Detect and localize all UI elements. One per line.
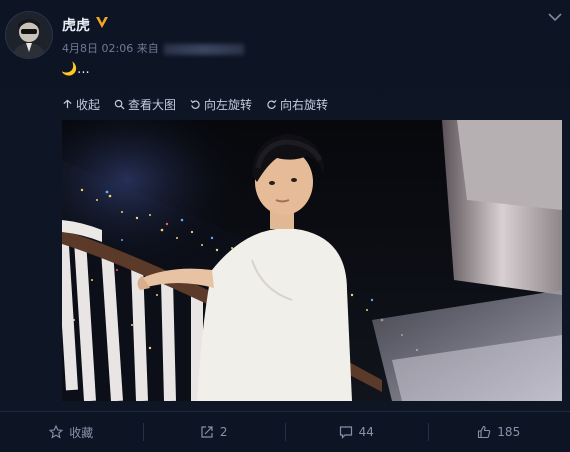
search-icon	[114, 99, 125, 110]
post-photo[interactable]	[62, 120, 562, 401]
post-text: 🌙...	[61, 62, 90, 77]
view-large-button[interactable]: 查看大图	[114, 96, 176, 112]
post-meta: 4月8日 02:06 来自	[62, 40, 244, 56]
rotate-left-icon	[190, 99, 201, 110]
user-avatar[interactable]	[5, 11, 53, 59]
rotate-left-button[interactable]: 向左旋转	[190, 96, 252, 112]
comment-count: 44	[359, 425, 374, 439]
weibo-post-card: 虎虎 4月8日 02:06 来自 🌙... 收起 查看大图	[0, 0, 570, 451]
rotate-right-button[interactable]: 向右旋转	[266, 96, 328, 112]
rotate-right-icon	[266, 99, 277, 110]
rotate-left-label: 向左旋转	[204, 96, 252, 113]
post-source-label: 来自	[137, 42, 159, 55]
comment-icon	[339, 425, 353, 439]
post-source-redacted	[164, 44, 244, 55]
user-name[interactable]: 虎虎	[62, 15, 90, 35]
like-button[interactable]: 185	[428, 412, 570, 452]
collapse-button[interactable]: 收起	[62, 96, 100, 112]
star-icon	[49, 425, 63, 439]
rotate-right-label: 向右旋转	[280, 96, 328, 113]
favorite-button[interactable]: 收藏	[0, 412, 143, 452]
verified-badge-icon	[94, 14, 110, 30]
share-icon	[200, 425, 214, 439]
media-toolbar: 收起 查看大图 向左旋转 向右旋转	[62, 96, 328, 112]
post-actions-bar: 收藏 2 44 185	[0, 411, 570, 452]
comment-button[interactable]: 44	[285, 412, 428, 452]
chevron-down-icon[interactable]	[546, 10, 564, 24]
thumbs-up-icon	[477, 425, 491, 439]
like-count: 185	[497, 425, 520, 439]
repost-button[interactable]: 2	[143, 412, 286, 452]
favorite-label: 收藏	[69, 424, 93, 441]
arrow-up-icon	[62, 99, 73, 110]
collapse-label: 收起	[76, 96, 100, 113]
repost-count: 2	[220, 425, 228, 439]
post-date[interactable]: 4月8日 02:06	[62, 42, 133, 55]
view-large-label: 查看大图	[128, 96, 176, 113]
